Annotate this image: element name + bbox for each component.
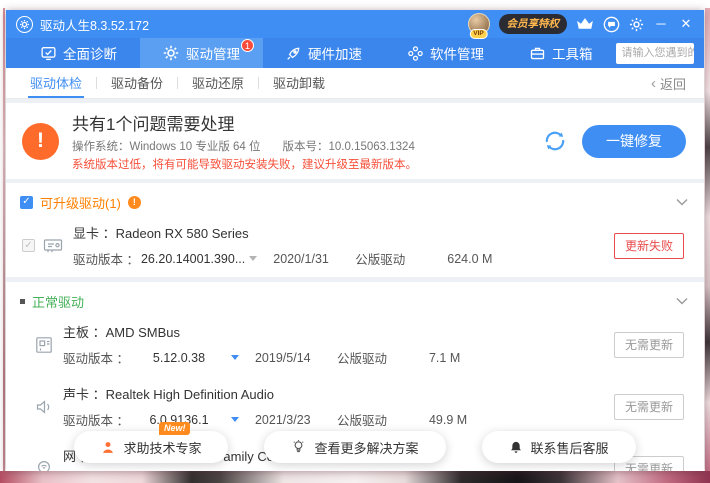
warning-dot-icon: !	[127, 195, 141, 209]
bullet-icon	[20, 298, 25, 304]
vip-membership-button[interactable]: 会员享特权	[498, 14, 567, 34]
subtab-driver-backup[interactable]: 驱动备份	[109, 68, 165, 98]
upgradable-drivers-section: ✓ 可升级驱动(1) ! ✓ 显卡 ：Radeon RX 580 Series …	[6, 183, 704, 277]
driver-row-mainboard: 主板 ：AMD SMBus 驱动版本 ： 5.12.0.38 2019/5/14…	[20, 314, 690, 376]
no-update-needed-button[interactable]: 无需更新	[613, 393, 684, 420]
device-name: 显卡 ：Radeon RX 580 Series	[73, 226, 249, 241]
titlebar: 驱动人生8.3.52.172 VIP 会员享特权 ─ ✕	[6, 10, 704, 39]
build-label: 版本号：10.0.15063.1324	[282, 141, 415, 153]
tab-software-management[interactable]: 软件管理	[385, 38, 507, 68]
close-button[interactable]: ✕	[678, 16, 694, 32]
update-failed-button[interactable]: 更新失败	[613, 232, 684, 259]
summary-title: 共有1个问题需要处理	[72, 115, 235, 134]
chevron-down-icon[interactable]	[676, 297, 690, 305]
select-all-checkbox[interactable]: ✓	[20, 195, 33, 209]
driver-date: 2019/5/14	[254, 350, 311, 365]
search-input[interactable]	[615, 42, 694, 64]
new-badge: New!	[158, 422, 191, 435]
row-checkbox[interactable]: ✓	[22, 239, 35, 252]
speaker-icon	[35, 398, 53, 416]
version-dropdown-icon[interactable]	[230, 417, 239, 422]
toolbox-icon	[530, 47, 545, 59]
desktop-background-sliver-bottom	[0, 471, 710, 483]
subtab-driver-uninstall[interactable]: 驱动卸载	[271, 68, 327, 98]
driver-version: 26.20.14001.390...	[140, 251, 246, 266]
tab-driver-management[interactable]: 驱动管理 1	[140, 38, 263, 68]
driver-size: 624.0 M	[447, 251, 493, 266]
diagnosis-icon	[41, 46, 56, 60]
person-icon	[103, 441, 114, 453]
driver-size: 49.9 M	[428, 412, 468, 427]
driver-date: 2020/1/31	[273, 251, 329, 266]
main-navbar: 全面诊断 驱动管理 1 硬件加速 软件管理 工具箱	[6, 38, 704, 68]
driver-source: 公版驱动	[336, 352, 387, 366]
app-window: 驱动人生8.3.52.172 VIP 会员享特权 ─ ✕ 全面诊断 驱动管理 1…	[6, 10, 704, 471]
driver-row-gpu: ✓ 显卡 ：Radeon RX 580 Series 驱动版本 ： 26.20.…	[20, 215, 690, 277]
warning-icon: !	[22, 122, 59, 160]
desktop-background-sliver-left	[3, 8, 5, 472]
software-icon	[408, 45, 423, 61]
rescan-refresh-icon[interactable]	[544, 130, 566, 152]
subtab-driver-checkup[interactable]: 驱动体检	[28, 68, 85, 98]
bell-icon	[510, 441, 521, 453]
one-click-fix-button[interactable]: 一键修复	[582, 124, 686, 158]
version-dropdown-icon[interactable]	[230, 355, 239, 360]
driver-date: 2021/3/23	[254, 412, 311, 427]
lightbulb-icon	[293, 440, 305, 453]
version-dropdown-icon[interactable]	[249, 256, 258, 261]
chevron-left-icon: ‹	[650, 74, 656, 92]
app-title: 驱动人生8.3.52.172	[40, 18, 150, 33]
contact-support-button[interactable]: 联系售后客服	[481, 431, 636, 463]
tab-hardware-acceleration[interactable]: 硬件加速	[263, 38, 385, 68]
user-avatar[interactable]: VIP	[467, 13, 490, 39]
os-label: 操作系统：Windows 10 专业版 64 位	[72, 141, 261, 153]
gpu-card-icon	[43, 237, 63, 254]
search-box	[615, 42, 694, 64]
crown-icon[interactable]	[576, 17, 594, 31]
driver-row-audio: 声卡 ：Realtek High Definition Audio 驱动版本 ：…	[20, 376, 690, 438]
device-name: 声卡 ：Realtek High Definition Audio	[63, 387, 274, 402]
content-area: ! 共有1个问题需要处理 操作系统：Windows 10 专业版 64 位 版本号…	[6, 99, 704, 471]
chevron-down-icon[interactable]	[676, 198, 690, 206]
driver-source: 公版驱动	[336, 414, 387, 428]
scan-summary: ! 共有1个问题需要处理 操作系统：Windows 10 专业版 64 位 版本号…	[6, 103, 704, 179]
mainboard-icon	[35, 336, 53, 354]
sub-navbar: 驱动体检 驱动备份 驱动还原 驱动卸载 ‹ 返回	[6, 68, 704, 99]
notification-badge: 1	[241, 39, 254, 52]
tab-toolbox[interactable]: 工具箱	[507, 38, 616, 68]
gear-icon	[163, 45, 179, 61]
footer-quick-actions: 求助技术专家 New! 查看更多解决方案 联系售后客服	[6, 422, 704, 463]
back-button[interactable]: ‹ 返回	[651, 68, 686, 98]
normal-section-title: 正常驱动	[32, 294, 85, 310]
app-logo-icon	[16, 15, 33, 33]
system-info: 操作系统：Windows 10 专业版 64 位 版本号：10.0.15063.1…	[72, 138, 538, 154]
system-warning-text: 系统版本过低，将有可能导致驱动安装失败，建议升级至最新版本。	[72, 159, 417, 171]
driver-source: 公版驱动	[355, 253, 406, 267]
device-name: 主板 ：AMD SMBus	[63, 325, 181, 340]
support-chat-icon[interactable]	[603, 16, 620, 33]
ask-expert-button[interactable]: 求助技术专家 New!	[74, 422, 229, 463]
desktop-background-sliver-right	[705, 8, 710, 472]
more-solutions-button[interactable]: 查看更多解决方案	[264, 431, 446, 463]
driver-size: 7.1 M	[428, 350, 461, 365]
tab-full-diagnosis[interactable]: 全面诊断	[18, 38, 140, 68]
settings-gear-icon[interactable]	[629, 17, 644, 32]
minimize-button[interactable]: ─	[653, 16, 669, 32]
driver-version: 5.12.0.38	[152, 350, 206, 365]
rocket-icon	[287, 47, 300, 60]
no-update-needed-button[interactable]: 无需更新	[613, 331, 684, 358]
subtab-driver-restore[interactable]: 驱动还原	[190, 68, 246, 98]
upgradable-section-title: 可升级驱动(1)	[40, 195, 121, 211]
